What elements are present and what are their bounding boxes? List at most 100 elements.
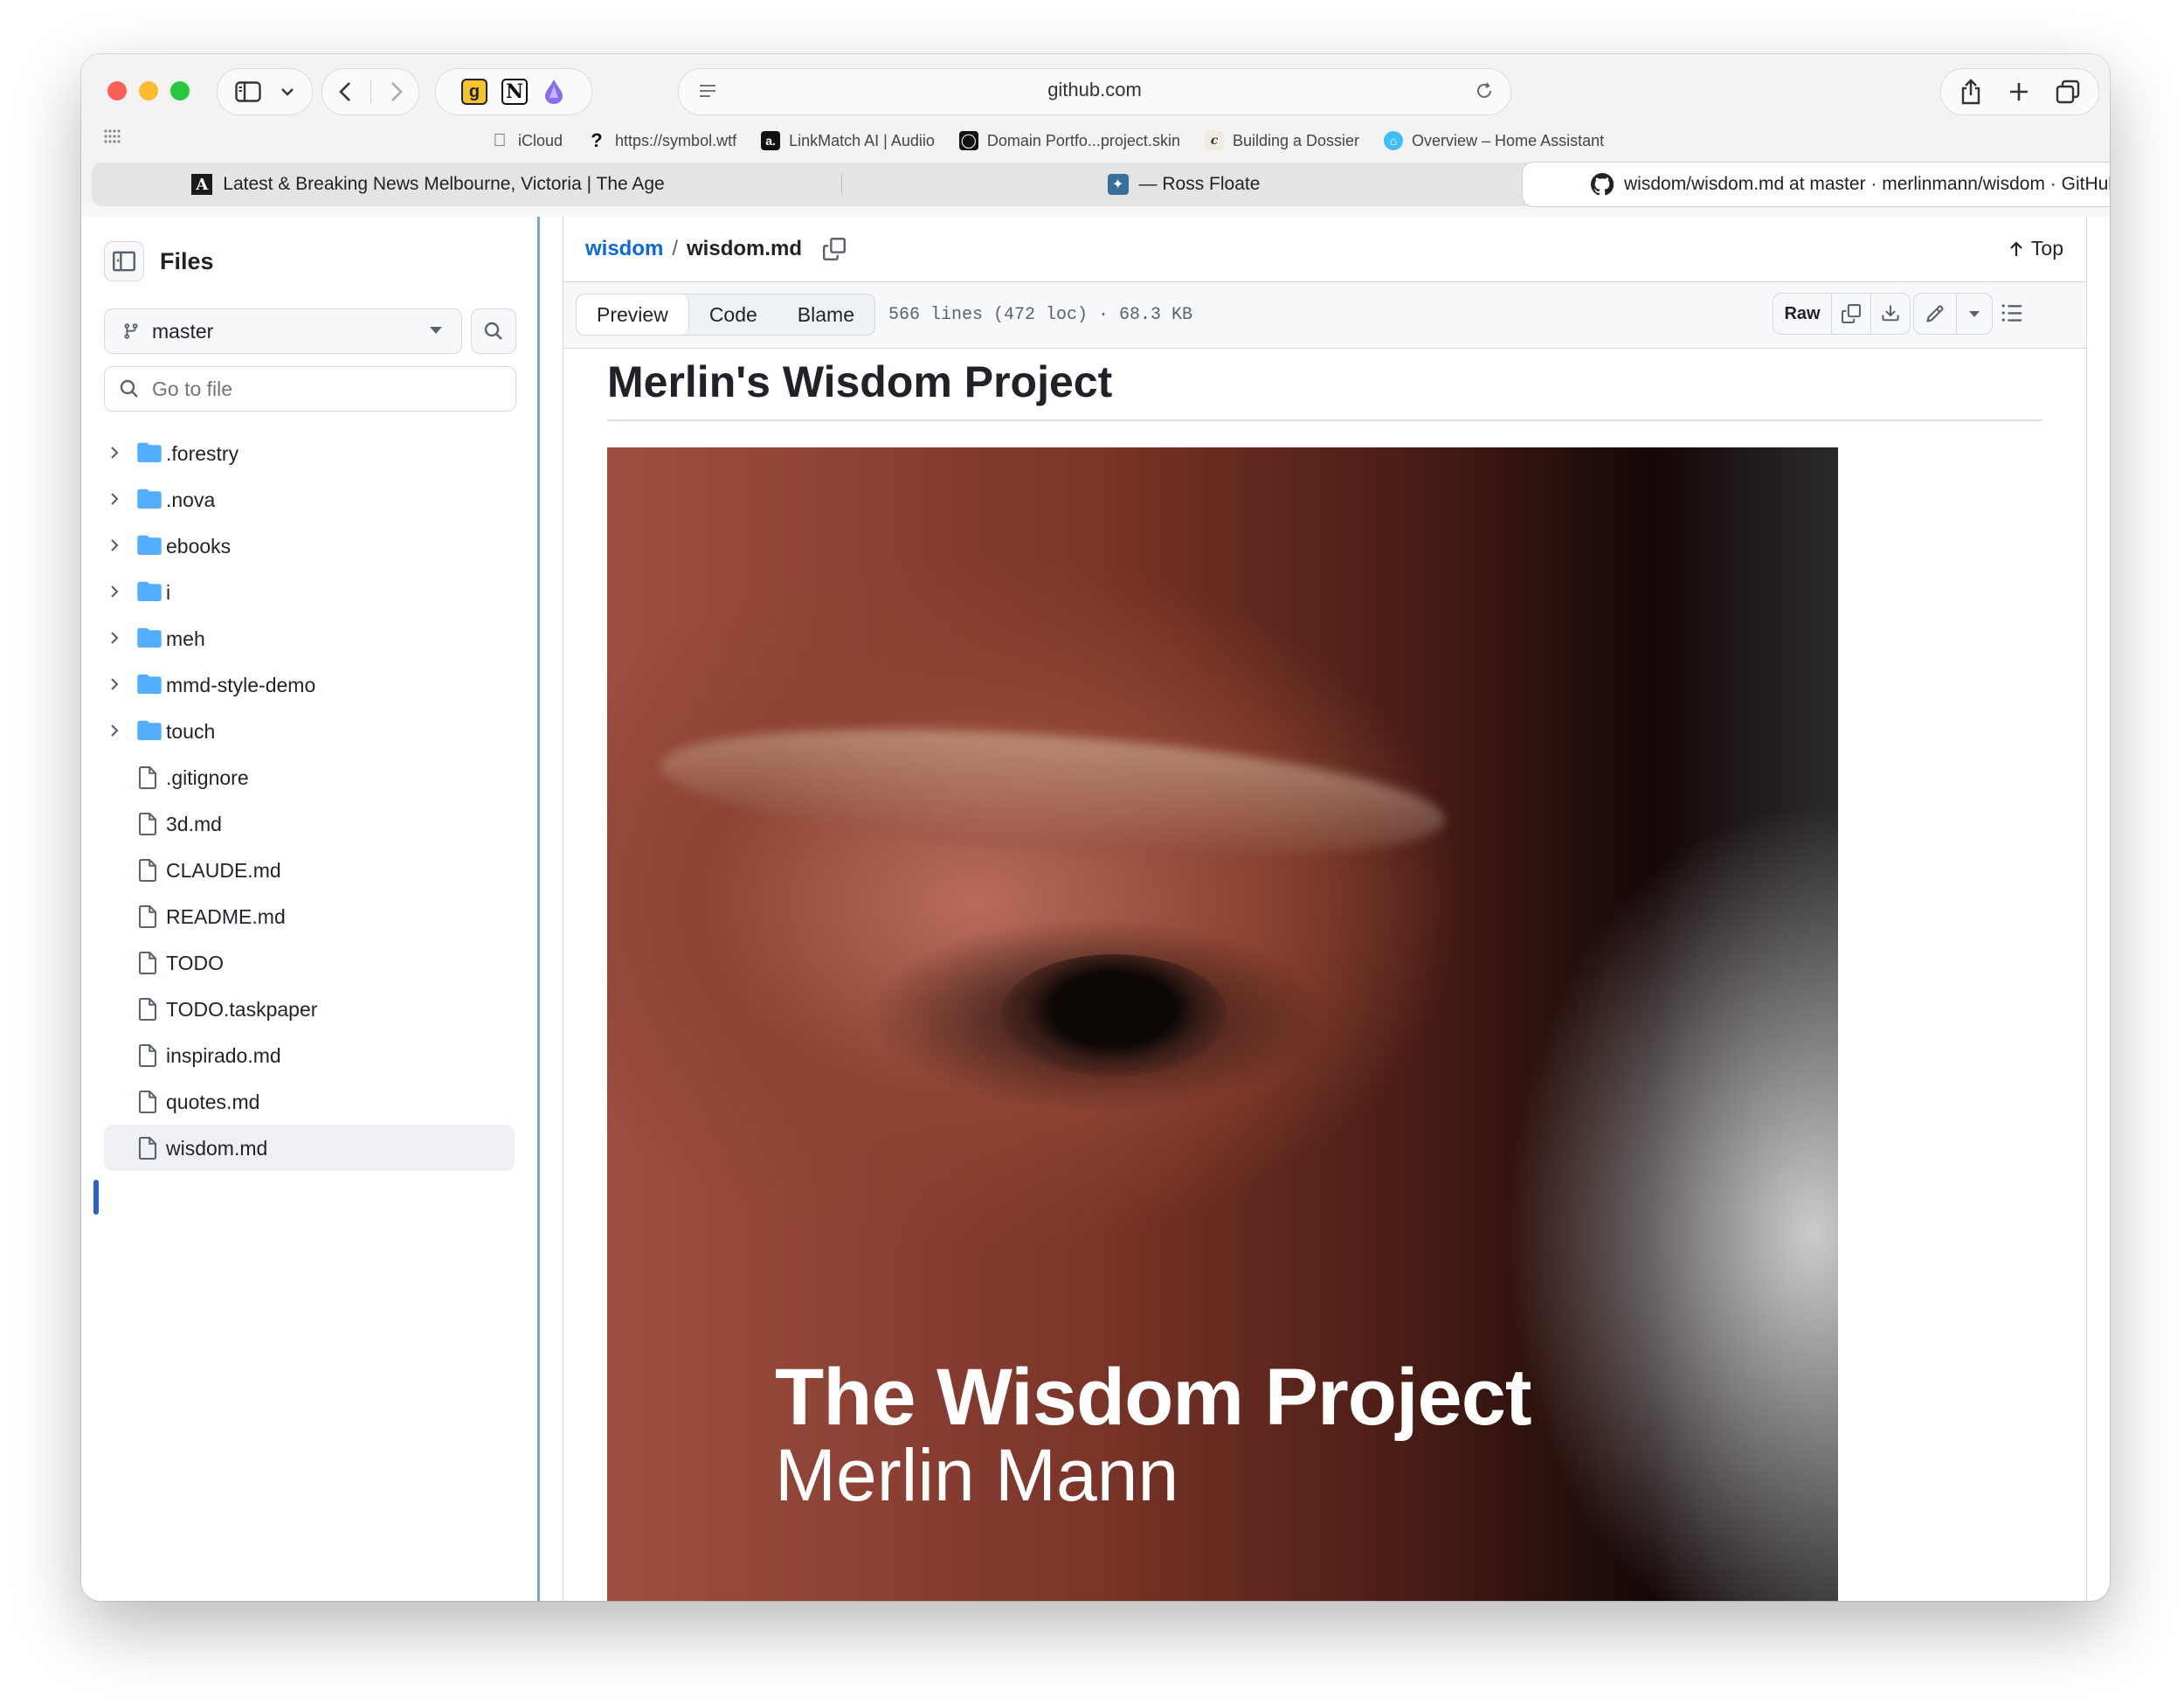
tree-file-item[interactable]: README.md <box>104 893 515 939</box>
tree-file-item[interactable]: quotes.md <box>104 1078 515 1125</box>
arrow-up-icon <box>2010 240 2022 256</box>
copy-raw-button[interactable] <box>1832 294 1871 334</box>
chevron-right-icon[interactable] <box>109 446 120 460</box>
breadcrumb-repo-link[interactable]: wisdom <box>585 237 663 261</box>
bookmark-dossier[interactable]: c Building a Dossier <box>1204 131 1359 150</box>
chevron-right-icon[interactable] <box>109 538 120 552</box>
tree-folder-item[interactable]: ebooks <box>104 523 515 569</box>
edit-button[interactable] <box>1914 294 1957 334</box>
tab-separator <box>841 174 842 195</box>
tree-item-label: .forestry <box>166 442 239 465</box>
cover-image-brow <box>656 708 1449 877</box>
tab-ross-floate[interactable]: ✦ — Ross Floate <box>852 163 1516 206</box>
sidebar-toggle-button[interactable] <box>217 68 313 115</box>
branch-name: master <box>152 319 214 343</box>
minimize-window-button[interactable] <box>139 81 158 100</box>
outline-button[interactable] <box>2001 301 2023 329</box>
tree-item-label: TODO <box>166 952 225 974</box>
sidebar-resize-handle[interactable] <box>537 217 540 1601</box>
tree-item-label: CLAUDE.md <box>166 859 281 882</box>
search-icon <box>484 322 502 340</box>
chevron-right-icon[interactable] <box>109 492 120 506</box>
file-tree: .forestry .nova ebooks i meh mmd-style-demo to… <box>104 430 515 1171</box>
bookmark-icloud[interactable]: iCloud <box>490 131 563 150</box>
tree-folder-item[interactable]: mmd-style-demo <box>104 662 515 708</box>
chevron-right-icon[interactable] <box>109 585 120 599</box>
list-unordered-icon <box>2001 304 2022 322</box>
tree-item-label: ebooks <box>166 535 232 558</box>
file-icon <box>138 765 157 790</box>
breadcrumb-separator: / <box>672 237 679 260</box>
folder-icon <box>137 488 162 509</box>
folder-icon <box>137 627 162 648</box>
share-icon[interactable] <box>1959 79 1982 105</box>
tab-blame[interactable]: Blame <box>778 294 874 335</box>
bookmark-home-assistant[interactable]: ⌂ Overview – Home Assistant <box>1384 131 1604 150</box>
tree-file-item[interactable]: TODO <box>104 939 515 986</box>
raw-button[interactable]: Raw <box>1773 294 1832 334</box>
tree-folder-item[interactable]: touch <box>104 708 515 754</box>
c-icon: c <box>1204 131 1224 150</box>
address-bar[interactable]: github.com <box>678 68 1511 115</box>
tree-file-item[interactable]: TODO.taskpaper <box>104 986 515 1032</box>
browser-toolbar: g N github.com iCloud ?https://symbol.w… <box>81 54 2110 206</box>
branch-selector[interactable]: master <box>104 308 462 354</box>
raw-actions-group: Raw <box>1773 293 1911 335</box>
tree-file-item[interactable]: CLAUDE.md <box>104 847 515 893</box>
notion-icon[interactable]: N <box>501 79 528 105</box>
chevron-down-icon <box>281 88 294 96</box>
extension-drop-icon[interactable] <box>542 79 566 105</box>
cover-image-eye <box>1000 954 1227 1077</box>
tab-the-age[interactable]: A Latest & Breaking News Melbourne, Vict… <box>92 163 764 206</box>
tab-code[interactable]: Code <box>689 294 778 335</box>
chevron-right-icon[interactable] <box>109 631 120 645</box>
folder-icon <box>137 674 162 694</box>
tree-item-label: quotes.md <box>166 1091 260 1113</box>
history-nav <box>321 68 419 115</box>
tree-file-item[interactable]: inspirado.md <box>104 1032 515 1078</box>
tab-overview-icon[interactable] <box>2056 80 2080 104</box>
search-files-button[interactable] <box>471 308 516 354</box>
address-host: github.com <box>1047 79 1142 100</box>
bookmark-domain-portfolio[interactable]: ◯ Domain Portfo...project.skin <box>958 131 1180 150</box>
breadcrumb: wisdom / wisdom.md <box>585 237 847 261</box>
chevron-right-icon[interactable] <box>109 677 120 691</box>
tree-folder-item[interactable]: .nova <box>104 476 515 523</box>
tree-folder-item[interactable]: meh <box>104 615 515 662</box>
home-assistant-icon: ⌂ <box>1384 131 1404 150</box>
audiio-icon: a. <box>761 131 781 150</box>
file-icon <box>138 904 157 929</box>
zoom-window-button[interactable] <box>170 81 190 100</box>
download-button[interactable] <box>1871 294 1910 334</box>
folder-icon <box>137 581 162 601</box>
tree-folder-item[interactable]: i <box>104 569 515 615</box>
reload-icon[interactable] <box>1474 80 1495 101</box>
tree-file-item[interactable]: .gitignore <box>104 754 515 800</box>
edit-options-button[interactable] <box>1957 294 1992 334</box>
bookmark-linkmatch[interactable]: a. LinkMatch AI | Audiio <box>761 131 935 150</box>
back-icon[interactable] <box>338 81 351 102</box>
apps-grid-icon[interactable] <box>104 129 123 143</box>
collapse-sidebar-button[interactable] <box>104 241 144 281</box>
tree-item-label: mmd-style-demo <box>166 674 316 696</box>
tree-file-item[interactable]: 3d.md <box>104 800 515 847</box>
folder-icon <box>137 442 162 462</box>
close-window-button[interactable] <box>107 81 127 100</box>
download-icon <box>1882 305 1899 322</box>
tab-preview[interactable]: Preview <box>577 294 689 335</box>
tab-github-wisdom[interactable]: wisdom/wisdom.md at master · merlinmann/… <box>1523 163 2110 206</box>
chevron-right-icon[interactable] <box>109 724 120 738</box>
extension-g-icon[interactable]: g <box>461 79 487 105</box>
forward-icon[interactable] <box>390 81 403 102</box>
tree-file-item[interactable]: wisdom.md <box>104 1125 515 1171</box>
markdown-body: Merlin's Wisdom Project The Wisdom Proje… <box>607 357 2042 1601</box>
bookmark-symbol[interactable]: ? https://symbol.wtf <box>587 129 736 151</box>
file-icon <box>138 812 157 836</box>
caret-down-icon <box>430 327 442 334</box>
go-to-file-input[interactable] <box>150 376 486 402</box>
files-title: Files <box>160 247 214 274</box>
tree-folder-item[interactable]: .forestry <box>104 430 515 476</box>
new-tab-icon[interactable] <box>2008 81 2029 102</box>
top-button[interactable]: Top <box>2008 237 2063 260</box>
copy-path-icon[interactable] <box>823 238 847 260</box>
